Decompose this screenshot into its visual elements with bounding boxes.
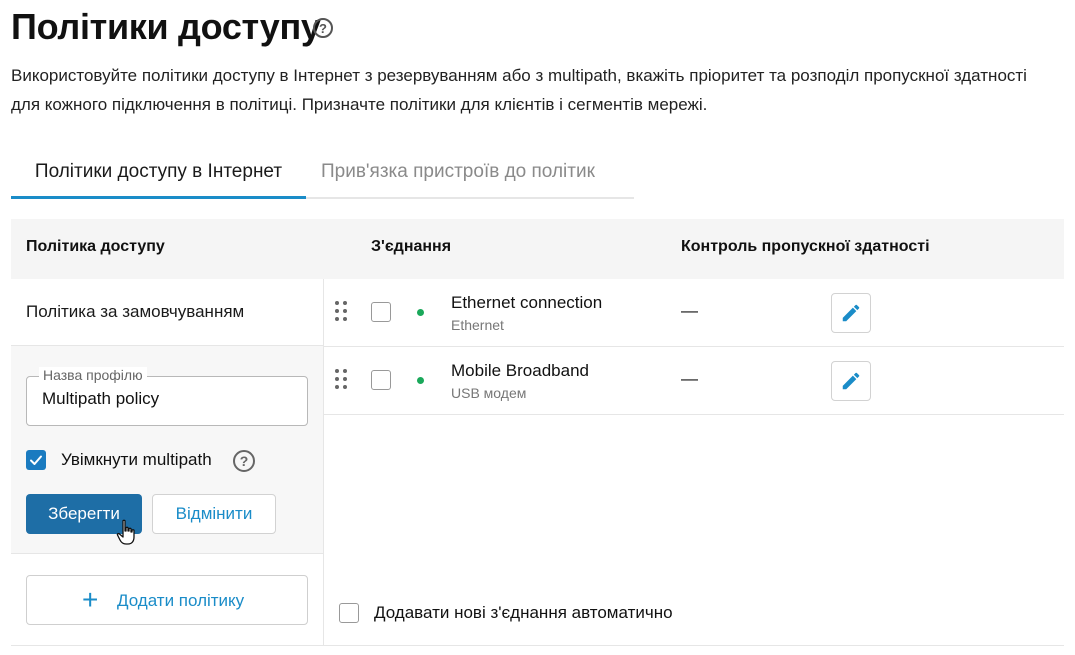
hand-cursor-icon [116, 519, 135, 545]
status-online-icon [417, 309, 424, 316]
help-icon[interactable]: ? [313, 18, 333, 38]
profile-name-legend: Назва профілю [39, 367, 147, 383]
pencil-icon [842, 304, 860, 322]
connection-type: USB модем [451, 385, 527, 401]
profile-name-input[interactable] [42, 389, 292, 409]
multipath-label: Увімкнути multipath [61, 450, 212, 469]
page-title: Політики доступу [11, 6, 321, 47]
connection-name: Ethernet connection [451, 293, 603, 312]
tab-device-binding[interactable]: Прив'язка пристроїв до політик [321, 151, 595, 199]
drag-handle-icon[interactable] [335, 301, 347, 321]
auto-add-label: Додавати нові з'єднання автоматично [374, 603, 673, 622]
bandwidth-value: — [681, 369, 698, 388]
help-icon[interactable]: ? [233, 450, 255, 472]
profile-name-field[interactable]: Назва профілю [26, 367, 308, 426]
plus-icon: + [82, 584, 99, 615]
multipath-checkbox[interactable] [26, 450, 46, 470]
bandwidth-value: — [681, 301, 698, 320]
connection-name: Mobile Broadband [451, 361, 589, 380]
drag-handle-icon[interactable] [335, 369, 347, 389]
edit-bandwidth-button[interactable] [831, 293, 871, 333]
policy-list: Політика за замовчуванням Назва профілю … [11, 279, 324, 646]
status-online-icon [417, 377, 424, 384]
connection-row: Mobile Broadband USB модем — [324, 347, 1064, 415]
tab-internet-policies[interactable]: Політики доступу в Інтернет [11, 151, 306, 199]
connection-checkbox[interactable] [371, 370, 391, 390]
table-header: Політика доступу З'єднання Контроль проп… [11, 219, 1064, 279]
edit-bandwidth-button[interactable] [831, 361, 871, 401]
policy-edit-panel: Назва профілю Увімкнути multipath ? Збер… [11, 346, 323, 554]
check-icon [30, 455, 42, 465]
header-bandwidth: Контроль пропускної здатності [681, 238, 930, 255]
header-policy: Політика доступу [26, 238, 165, 255]
connection-row: Ethernet connection Ethernet — [324, 279, 1064, 347]
pencil-icon [842, 372, 860, 390]
cancel-button[interactable]: Відмінити [152, 494, 276, 534]
tab-bar: Політики доступу в Інтернет Прив'язка пр… [11, 151, 634, 199]
header-connection: З'єднання [371, 238, 452, 255]
connection-type: Ethernet [451, 317, 504, 333]
table-bottom-divider [11, 645, 1064, 646]
connection-checkbox[interactable] [371, 302, 391, 322]
auto-add-checkbox[interactable] [339, 603, 359, 623]
add-policy-button[interactable]: + Додати політику [26, 575, 308, 625]
page-description: Використовуйте політики доступу в Інтерн… [11, 66, 1027, 114]
policy-item-default[interactable]: Політика за замовчуванням [11, 279, 324, 346]
add-policy-label: Додати політику [117, 591, 245, 610]
